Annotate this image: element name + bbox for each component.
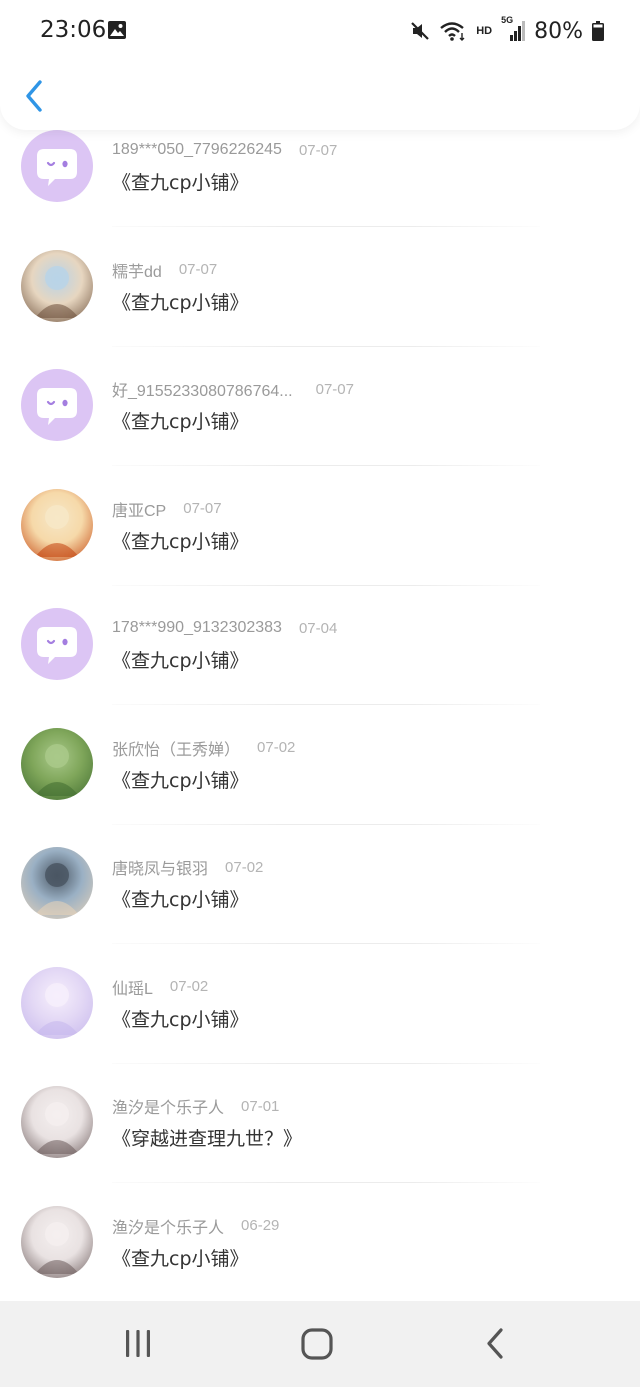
message-date: 07-04 xyxy=(298,619,338,637)
user-name[interactable]: 张欣怡（王秀婵） xyxy=(112,736,240,760)
user-photo-avatar[interactable] xyxy=(21,966,93,1039)
user-name[interactable]: 唐晓凤与银羽 xyxy=(112,855,208,879)
message-row[interactable]: 渔汐是个乐子人 07-01 《穿越进查理九世？》 xyxy=(0,1086,640,1206)
row-divider xyxy=(112,1182,540,1183)
profile-photo-icon xyxy=(35,1221,79,1274)
message-meta: 178***990_9132302383 07-04 xyxy=(112,617,337,639)
chat-bubble-icon xyxy=(37,388,77,425)
gallery-icon xyxy=(108,21,126,39)
profile-photo-icon xyxy=(35,982,79,1035)
user-photo-avatar[interactable] xyxy=(21,1205,93,1278)
network-label: HD xyxy=(476,25,493,37)
default-chat-avatar[interactable] xyxy=(21,369,93,441)
app-header: 23:06 HD 5G 80% xyxy=(0,0,640,130)
message-date: 07-07 xyxy=(298,141,338,159)
user-photo-avatar[interactable] xyxy=(21,249,93,322)
message-row[interactable]: 178***990_9132302383 07-04 《查九cp小铺》 xyxy=(0,608,640,728)
message-row[interactable]: 张欣怡（王秀婵） 07-02 《查九cp小铺》 xyxy=(0,727,640,848)
row-divider xyxy=(112,465,540,466)
row-divider xyxy=(112,704,540,705)
message-text: 《查九cp小铺》 xyxy=(112,650,249,672)
message-meta: 张欣怡（王秀婵） 07-02 xyxy=(112,737,295,759)
message-text: 《查九cp小铺》 xyxy=(112,291,249,314)
message-text: 《查九cp小铺》 xyxy=(112,411,249,433)
message-date: 07-01 xyxy=(241,1097,280,1115)
default-chat-avatar[interactable] xyxy=(21,130,93,202)
wifi-icon xyxy=(440,22,465,41)
recent-apps-icon[interactable] xyxy=(115,1321,161,1367)
message-text: 《查九cp小铺》 xyxy=(112,889,249,911)
user-photo-avatar[interactable] xyxy=(21,488,93,561)
message-date: 07-07 xyxy=(178,261,218,278)
row-divider xyxy=(112,345,540,347)
default-chat-avatar[interactable] xyxy=(21,608,93,680)
user-name[interactable]: 唐亚CP xyxy=(112,497,166,521)
user-name[interactable]: 渔汐是个乐子人 xyxy=(112,1214,224,1238)
message-date: 07-02 xyxy=(225,858,264,876)
signal-icon: 5G xyxy=(501,15,526,43)
profile-photo-icon xyxy=(35,863,79,915)
user-name[interactable]: 178***990_9132302383 xyxy=(112,619,282,637)
message-meta: 189***050_7796226245 07-07 xyxy=(112,139,337,161)
back-button[interactable] xyxy=(18,76,58,116)
message-date: 07-02 xyxy=(257,739,296,756)
message-meta: 渔汐是个乐子人 07-01 xyxy=(112,1094,280,1118)
message-row[interactable]: 糯芋dd 07-07 《查九cp小铺》 xyxy=(0,249,640,370)
message-row[interactable]: 好_9155233080786764... 07-07 《查九cp小铺》 xyxy=(0,369,640,489)
status-icons: HD 5G 80% xyxy=(410,15,604,46)
status-time: 23:06 xyxy=(40,17,107,43)
message-text: 《查九cp小铺》 xyxy=(112,172,249,194)
profile-photo-icon xyxy=(35,504,79,557)
back-icon[interactable] xyxy=(474,1321,520,1367)
user-photo-avatar[interactable] xyxy=(21,727,93,800)
chat-bubble-icon xyxy=(37,149,77,186)
user-name[interactable]: 好_9155233080786764... xyxy=(112,377,293,401)
row-divider xyxy=(112,226,540,227)
message-row[interactable]: 唐晓凤与银羽 07-02 《查九cp小铺》 xyxy=(0,847,640,967)
battery-icon xyxy=(592,21,604,41)
battery-percent: 80% xyxy=(534,18,583,44)
message-meta: 唐亚CP 07-07 xyxy=(112,498,222,520)
message-text: 《查九cp小铺》 xyxy=(112,769,249,792)
message-date: 07-07 xyxy=(315,380,354,398)
row-divider xyxy=(112,1062,540,1064)
profile-photo-icon xyxy=(35,265,79,318)
message-text: 《查九cp小铺》 xyxy=(112,1008,249,1031)
message-row[interactable]: 189***050_7796226245 07-07 《查九cp小铺》 xyxy=(0,130,640,250)
system-nav-bar xyxy=(0,1301,640,1387)
home-icon[interactable] xyxy=(294,1321,340,1367)
row-divider xyxy=(112,584,540,586)
user-name[interactable]: 渔汐是个乐子人 xyxy=(112,1094,224,1118)
message-meta: 仙瑶L 07-02 xyxy=(112,976,208,998)
message-row[interactable]: 唐亚CP 07-07 《查九cp小铺》 xyxy=(0,488,640,609)
message-text: 《穿越进查理九世？》 xyxy=(112,1128,303,1150)
message-meta: 渔汐是个乐子人 06-29 xyxy=(112,1215,279,1237)
message-meta: 好_9155233080786764... 07-07 xyxy=(112,377,354,401)
message-row[interactable]: 仙瑶L 07-02 《查九cp小铺》 xyxy=(0,966,640,1087)
message-date: 06-29 xyxy=(241,1217,280,1234)
row-divider xyxy=(112,943,540,944)
status-bar: 23:06 HD 5G 80% xyxy=(0,0,640,60)
message-meta: 唐晓凤与银羽 07-02 xyxy=(112,855,264,879)
message-text: 《查九cp小铺》 xyxy=(112,530,249,553)
message-meta: 糯芋dd 07-07 xyxy=(112,259,217,281)
message-date: 07-07 xyxy=(183,500,222,517)
profile-photo-icon xyxy=(35,1102,79,1154)
message-date: 07-02 xyxy=(169,978,209,995)
user-photo-avatar[interactable] xyxy=(21,1086,93,1158)
mute-icon xyxy=(411,22,429,40)
chat-bubble-icon xyxy=(37,627,77,664)
user-name[interactable]: 糯芋dd xyxy=(112,258,162,282)
row-divider xyxy=(112,823,540,825)
user-photo-avatar[interactable] xyxy=(21,847,93,919)
user-name[interactable]: 189***050_7796226245 xyxy=(112,141,282,159)
user-name[interactable]: 仙瑶L xyxy=(112,975,153,999)
profile-photo-icon xyxy=(35,743,79,796)
message-text: 《查九cp小铺》 xyxy=(112,1247,249,1270)
